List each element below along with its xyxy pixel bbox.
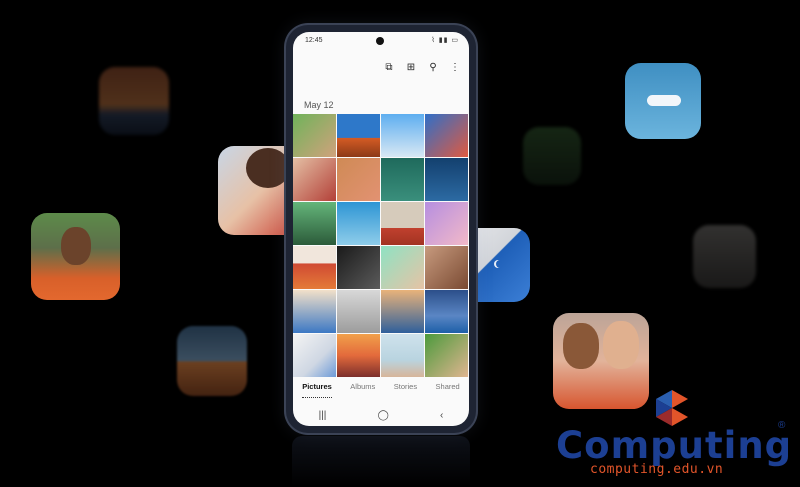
back-icon[interactable]: ‹ — [440, 410, 443, 421]
floating-photo-portrait-grey — [693, 225, 756, 288]
status-bar: 12:45 ⌇ ▮▮ ▭ — [293, 32, 469, 50]
search-icon[interactable]: ⚲ — [427, 62, 439, 73]
photo-thumbnail[interactable] — [425, 290, 468, 333]
computing-logo-icon — [656, 390, 688, 426]
photo-thumbnail[interactable] — [381, 334, 424, 377]
phone-reflection — [292, 436, 470, 487]
registered-mark: ® — [778, 420, 786, 431]
smartphone: 12:45 ⌇ ▮▮ ▭ ⧉ ⊞ ⚲ ⋮ May 12 Pictures Alb… — [286, 25, 476, 433]
photo-grid — [293, 114, 469, 377]
tab-shared[interactable]: Shared — [436, 382, 460, 398]
tab-pictures[interactable]: Pictures — [302, 382, 332, 398]
photo-thumbnail[interactable] — [337, 334, 380, 377]
photo-thumbnail[interactable] — [293, 334, 336, 377]
photo-thumbnail[interactable] — [337, 246, 380, 289]
cloud-shape — [647, 95, 681, 106]
photo-thumbnail[interactable] — [337, 158, 380, 201]
add-icon[interactable]: ⊞ — [405, 62, 417, 73]
photo-thumbnail[interactable] — [337, 202, 380, 245]
hair-shape — [246, 148, 290, 188]
gallery-toolbar: ⧉ ⊞ ⚲ ⋮ — [383, 62, 461, 73]
gallery-tabs: Pictures Albums Stories Shared — [293, 382, 469, 398]
promo-stage: 12:45 ⌇ ▮▮ ▭ ⧉ ⊞ ⚲ ⋮ May 12 Pictures Alb… — [0, 0, 800, 487]
date-header: May 12 — [304, 100, 334, 110]
floating-photo-sunset — [99, 67, 169, 135]
photo-thumbnail[interactable] — [425, 246, 468, 289]
photo-thumbnail[interactable] — [425, 114, 468, 157]
photo-thumbnail[interactable] — [381, 158, 424, 201]
moon-shape — [496, 260, 504, 268]
floating-photo-portrait-green — [523, 127, 581, 185]
tab-albums[interactable]: Albums — [350, 382, 375, 398]
brand-name: Computing — [556, 424, 793, 467]
photo-thumbnail[interactable] — [381, 290, 424, 333]
photo-thumbnail[interactable] — [425, 202, 468, 245]
photo-thumbnail[interactable] — [293, 158, 336, 201]
photo-thumbnail[interactable] — [337, 114, 380, 157]
floating-photo-man-orange — [31, 213, 120, 300]
select-icon[interactable]: ⧉ — [383, 62, 395, 73]
photo-thumbnail[interactable] — [293, 202, 336, 245]
photo-thumbnail[interactable] — [293, 290, 336, 333]
photo-thumbnail[interactable] — [381, 202, 424, 245]
face-left-shape — [563, 323, 599, 369]
photo-thumbnail[interactable] — [293, 246, 336, 289]
more-icon[interactable]: ⋮ — [449, 62, 461, 73]
front-camera — [376, 37, 384, 45]
face-shape — [61, 227, 91, 265]
tab-stories[interactable]: Stories — [394, 382, 417, 398]
face-right-shape — [603, 321, 639, 369]
photo-thumbnail[interactable] — [337, 290, 380, 333]
recent-apps-icon[interactable]: ||| — [319, 410, 327, 421]
floating-photo-sky-cloud — [625, 63, 701, 139]
floating-photo-couple-selfie — [553, 313, 649, 409]
floating-photo-dune — [177, 326, 247, 396]
android-nav-bar: ||| ◯ ‹ — [293, 404, 469, 426]
photo-thumbnail[interactable] — [425, 334, 468, 377]
gallery-app-screen: 12:45 ⌇ ▮▮ ▭ ⧉ ⊞ ⚲ ⋮ May 12 Pictures Alb… — [293, 32, 469, 426]
photo-thumbnail[interactable] — [381, 246, 424, 289]
brand-url: computing.edu.vn — [590, 462, 724, 477]
photo-thumbnail[interactable] — [381, 114, 424, 157]
photo-thumbnail[interactable] — [425, 158, 468, 201]
home-icon[interactable]: ◯ — [378, 410, 389, 421]
system-icons: ⌇ ▮▮ ▭ — [431, 37, 459, 44]
photo-thumbnail[interactable] — [293, 114, 336, 157]
clock: 12:45 — [305, 37, 323, 44]
